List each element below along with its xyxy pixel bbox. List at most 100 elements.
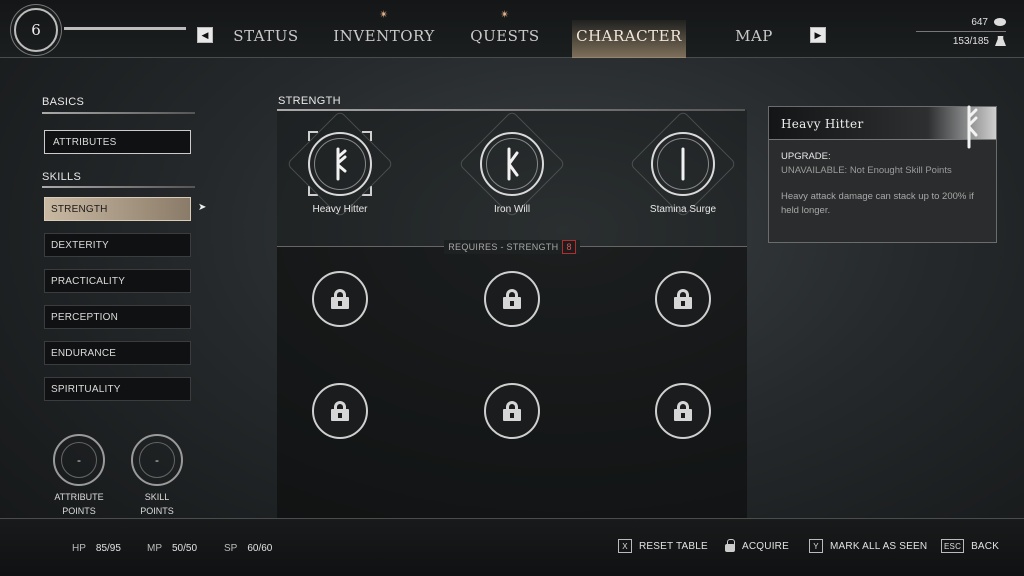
prev-tab-arrow-icon[interactable]: ◀: [197, 27, 213, 43]
skill-heavy-hitter[interactable]: [308, 132, 372, 196]
attribute-points-ring: -: [53, 434, 105, 486]
locked-skill[interactable]: [655, 271, 711, 327]
tab-quests[interactable]: ✴ QUESTS: [465, 8, 545, 58]
skill-points-ring: -: [131, 434, 183, 486]
skill-tree-title: STRENGTH: [278, 95, 341, 107]
tab-quests-label: QUESTS: [470, 27, 540, 45]
skill-points-label-line2: POINTS: [140, 506, 174, 516]
sp-value: 60/60: [247, 543, 273, 554]
cursor-pointer-icon: ➤: [198, 202, 207, 213]
coin-icon: [994, 18, 1006, 26]
bottom-bar: HP 85/95 MP 50/50 SP 60/60 X RESET TABLE…: [0, 518, 1024, 576]
requirement-banner: REQUIRES - STRENGTH 8: [277, 240, 747, 254]
new-star-icon: ✴: [379, 8, 389, 21]
xp-bar-fill: [64, 27, 186, 30]
divider: [277, 109, 745, 111]
skill-label: Stamina Surge: [649, 204, 717, 215]
tab-character-label: CHARACTER: [576, 27, 682, 45]
xp-bar: [64, 27, 186, 30]
skill-label: Heavy Hitter: [312, 204, 368, 215]
sidebar-item-label: SPIRITUALITY: [51, 384, 121, 395]
attribute-points-value: -: [77, 453, 81, 467]
rune-stamina-surge-icon: [651, 132, 715, 196]
locked-skill[interactable]: [312, 383, 368, 439]
skill-points-label-line1: SKILL: [144, 492, 170, 502]
basics-title: BASICS: [42, 96, 85, 108]
sp-stat: SP 60/60: [224, 543, 272, 554]
key-esc-icon: ESC: [941, 539, 965, 553]
tab-inventory[interactable]: ✴ INVENTORY: [328, 8, 440, 58]
sidebar-item-spirituality[interactable]: SPIRITUALITY: [44, 377, 191, 401]
sidebar-item-label: PERCEPTION: [51, 312, 119, 323]
lock-icon: [331, 289, 349, 309]
back-label: BACK: [971, 540, 1000, 552]
upgrade-title: UPGRADE:: [781, 151, 831, 162]
skill-info-card: Heavy Hitter UPGRADE: UNAVAILABLE: Not E…: [768, 105, 997, 243]
locked-skill[interactable]: [484, 271, 540, 327]
new-star-icon: ✴: [500, 8, 510, 21]
requirement-label: REQUIRES - STRENGTH: [448, 242, 559, 252]
skill-points-value: -: [155, 453, 159, 467]
upgrade-status: UNAVAILABLE: Not Enought Skill Points: [781, 165, 952, 176]
skill-points-label: SKILL POINTS: [117, 490, 197, 518]
tab-map[interactable]: MAP: [725, 20, 783, 58]
lock-icon: [503, 289, 521, 309]
lock-icon: [674, 289, 692, 309]
skill-label: Iron Will: [493, 204, 531, 215]
next-tab-arrow-icon[interactable]: ▶: [810, 27, 826, 43]
currency-panel: 647 153/185: [916, 13, 1006, 50]
sp-label: SP: [224, 543, 238, 554]
acquire-icon: [725, 539, 735, 553]
acquire-button[interactable]: ACQUIRE: [725, 539, 789, 553]
locked-skill[interactable]: [312, 271, 368, 327]
sidebar-item-strength[interactable]: STRENGTH: [44, 197, 191, 221]
sidebar-item-label: STRENGTH: [51, 204, 108, 215]
mp-value: 50/50: [172, 543, 198, 554]
skills-title: SKILLS: [42, 171, 82, 183]
mark-all-seen-button[interactable]: Y MARK ALL AS SEEN: [809, 539, 927, 553]
hp-stat: HP 85/95: [72, 543, 121, 554]
divider: [42, 112, 195, 114]
requirement-value: 8: [562, 240, 576, 254]
mark-all-seen-label: MARK ALL AS SEEN: [830, 540, 928, 552]
rune-iron-will-icon: [480, 132, 544, 196]
tab-inventory-label: INVENTORY: [333, 27, 435, 45]
top-bar: 6 ◀ STATUS ✴ INVENTORY ✴ QUESTS CHARACTE…: [0, 0, 1024, 58]
sidebar-item-label: DEXTERITY: [51, 240, 109, 251]
tab-map-label: MAP: [735, 27, 773, 45]
attributes-button[interactable]: ATTRIBUTES: [44, 130, 191, 154]
requirement-wrap: REQUIRES - STRENGTH 8: [444, 240, 580, 254]
info-card-title: Heavy Hitter: [781, 117, 864, 131]
gold-amount: 647: [971, 16, 988, 28]
tab-status[interactable]: STATUS: [226, 20, 306, 58]
sidebar-item-endurance[interactable]: ENDURANCE: [44, 341, 191, 365]
mp-label: MP: [147, 543, 162, 554]
tab-status-label: STATUS: [233, 27, 299, 45]
weight-icon: [995, 36, 1006, 46]
divider: [42, 186, 195, 188]
sidebar-item-practicality[interactable]: PRACTICALITY: [44, 269, 191, 293]
locked-skill[interactable]: [484, 383, 540, 439]
attribute-points-label-line1: ATTRIBUTE: [54, 492, 104, 502]
lock-icon: [331, 401, 349, 421]
key-y-icon: Y: [809, 539, 823, 553]
back-button[interactable]: ESC BACK: [941, 539, 999, 553]
sidebar-item-label: PRACTICALITY: [51, 276, 126, 287]
sidebar-item-dexterity[interactable]: DEXTERITY: [44, 233, 191, 257]
tab-character[interactable]: CHARACTER: [572, 20, 686, 58]
skill-iron-will[interactable]: [480, 132, 544, 196]
lock-icon: [503, 401, 521, 421]
hp-value: 85/95: [95, 543, 121, 554]
skill-stamina-surge[interactable]: [651, 132, 715, 196]
attribute-points-label-line2: POINTS: [62, 506, 96, 516]
lock-icon: [674, 401, 692, 421]
rune-heavy-hitter-icon: [308, 132, 372, 196]
level-badge: 6: [14, 8, 58, 52]
hp-label: HP: [72, 543, 86, 554]
attribute-points-label: ATTRIBUTE POINTS: [39, 490, 119, 518]
sidebar-item-perception[interactable]: PERCEPTION: [44, 305, 191, 329]
locked-skill[interactable]: [655, 383, 711, 439]
attributes-label: ATTRIBUTES: [53, 137, 117, 148]
reset-table-button[interactable]: X RESET TABLE: [618, 539, 708, 553]
reset-table-label: RESET TABLE: [639, 540, 708, 552]
